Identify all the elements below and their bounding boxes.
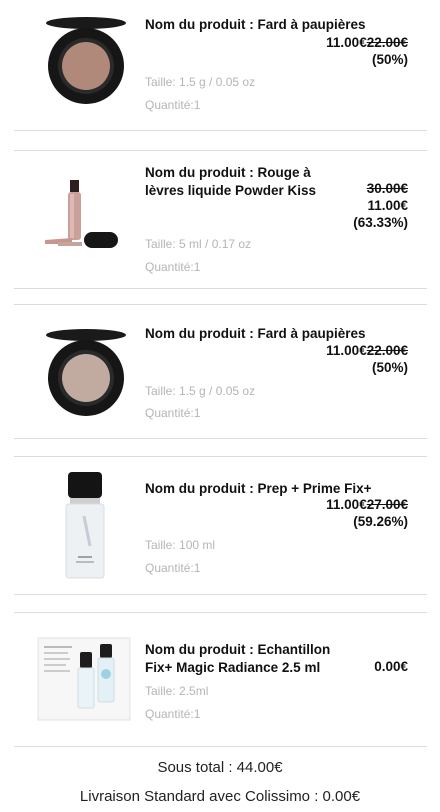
price-new: 11.00€ [326,343,367,358]
price-block: 0.00€ [374,658,408,675]
discount-percent: (63.33%) [353,215,408,230]
shipping-cost: Livraison Standard avec Colissimo : 0.00… [79,788,361,805]
item-divider [14,594,427,595]
item-divider [14,438,427,439]
discount-percent: (50%) [371,360,408,375]
product-size: Taille: 2.5ml [145,684,209,698]
price-block: 11.00€22.00€ (50%) [326,34,408,68]
product-quantity: Quantité:1 [145,707,201,721]
liquid-lipstick-icon [40,176,132,268]
eyeshadow-compact-icon [40,14,132,106]
item-divider [14,0,427,1]
product-size: Taille: 1.5 g / 0.05 oz [145,384,256,398]
eyeshadow-compact-icon [40,326,132,418]
price-old: 22.00€ [366,343,408,358]
item-divider [14,746,427,747]
product-name: Nom du produit : Fard à paupières [145,17,366,32]
subtotal: Sous total : 44.00€ [157,759,283,776]
product-quantity: Quantité:1 [145,260,201,274]
item-divider [14,612,427,613]
price-old: 27.00€ [366,497,408,512]
product-quantity: Quantité:1 [145,406,201,420]
product-size: Taille: 5 ml / 0.17 oz [145,237,252,251]
price-block: 11.00€22.00€ (50%) [326,342,408,376]
item-divider [14,456,427,457]
spray-bottle-icon [50,468,120,586]
price-old: 22.00€ [366,35,408,50]
price-new: 0.00€ [374,659,408,674]
price-old: 30.00€ [366,181,408,196]
product-quantity: Quantité:1 [145,98,201,112]
discount-percent: (59.26%) [353,514,408,529]
product-quantity: Quantité:1 [145,561,201,575]
item-divider [14,150,427,151]
product-name: Nom du produit : Fard à paupières [145,326,366,341]
item-divider [14,304,427,305]
product-name: Nom du produit : Rouge à lèvres liquide … [145,165,317,198]
item-divider [14,288,427,289]
price-new: 11.00€ [367,198,408,213]
price-block: 30.00€ 11.00€ (63.33%) [353,180,408,231]
sample-card-icon [36,636,132,722]
product-name: Nom du produit : Echantillon Fix+ Magic … [145,642,331,675]
price-new: 11.00€ [326,35,367,50]
item-divider [14,130,427,131]
discount-percent: (50%) [371,52,408,67]
product-size: Taille: 100 ml [145,538,216,552]
price-block: 11.00€27.00€ (59.26%) [326,496,408,530]
product-size: Taille: 1.5 g / 0.05 oz [145,75,256,89]
price-new: 11.00€ [326,497,367,512]
